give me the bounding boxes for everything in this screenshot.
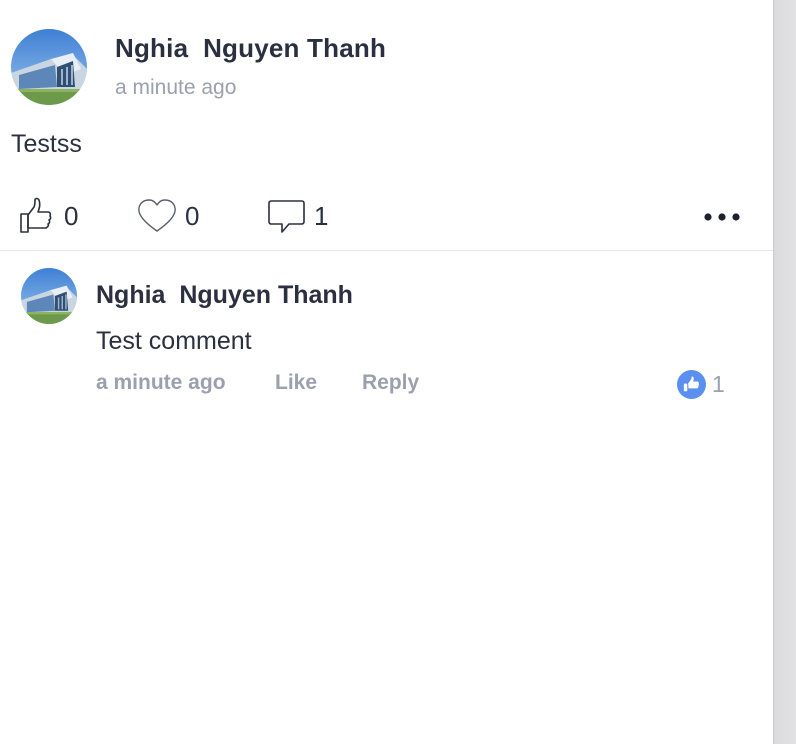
post-text: Testss — [11, 130, 82, 158]
thumbs-up-icon — [20, 197, 52, 233]
comment-author-name[interactable]: Nghia Nguyen Thanh — [96, 281, 353, 310]
post-panel: Nghia Nguyen Thanh a minute ago Testss 0… — [0, 0, 773, 744]
divider — [0, 250, 773, 251]
comment-reply-button[interactable]: Reply — [362, 371, 419, 395]
comment-bubble-icon — [268, 200, 305, 233]
heart-count: 0 — [185, 200, 200, 231]
more-dots-icon — [704, 213, 740, 221]
like-button[interactable]: 0 — [18, 196, 78, 236]
post-author-name[interactable]: Nghia Nguyen Thanh — [115, 33, 386, 64]
comment-timestamp: a minute ago — [96, 371, 226, 394]
reaction-count: 1 — [712, 370, 725, 397]
heart-icon — [138, 199, 176, 232]
like-count: 0 — [64, 200, 79, 231]
comment-like-button[interactable]: Like — [275, 371, 317, 395]
more-options-button[interactable] — [700, 204, 744, 230]
heart-button[interactable]: 0 — [137, 196, 199, 236]
post-timestamp: a minute ago — [115, 76, 237, 99]
avatar-image — [11, 29, 87, 105]
avatar[interactable] — [11, 29, 87, 105]
avatar-image — [21, 268, 77, 324]
comment-button[interactable]: 1 — [268, 196, 328, 236]
scroll-edge — [773, 0, 796, 744]
comment-avatar[interactable] — [21, 268, 77, 324]
comment-count: 1 — [314, 200, 329, 231]
comment-text: Test comment — [96, 327, 252, 355]
comment-reaction[interactable]: 1 — [677, 369, 725, 399]
thumbs-up-icon — [683, 375, 700, 391]
reaction-badge — [677, 369, 706, 399]
